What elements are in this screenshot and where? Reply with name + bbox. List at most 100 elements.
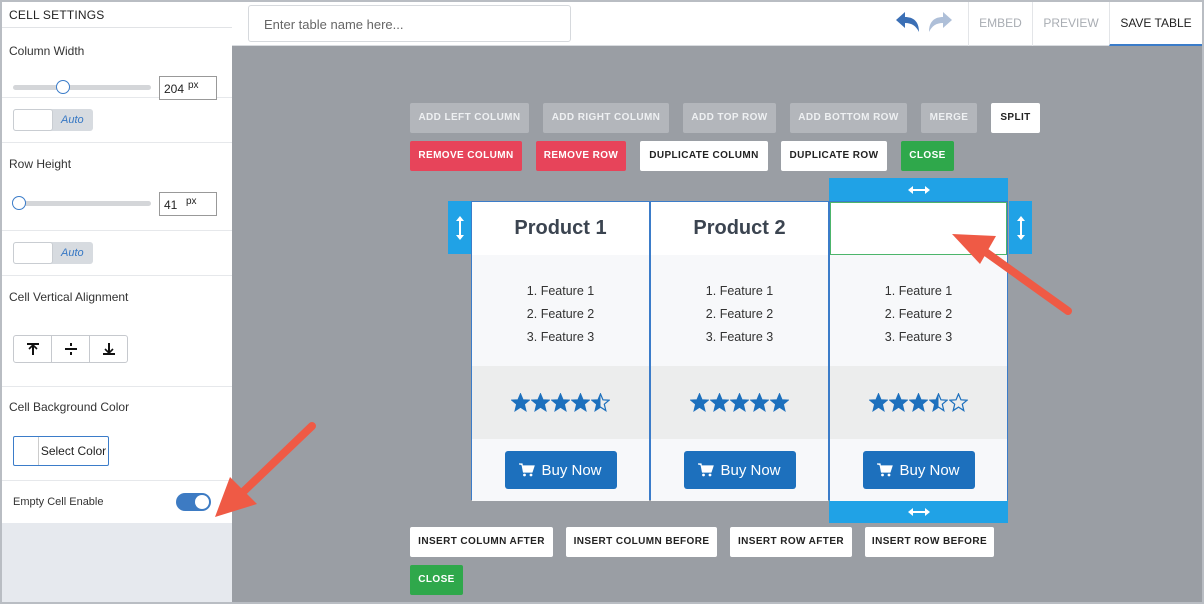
star-full-icon (690, 393, 709, 412)
toggle-knob (13, 242, 53, 264)
column-width-section: Column Width 204 px (2, 28, 232, 100)
column-width-auto-toggle[interactable]: Auto (13, 109, 93, 131)
row-height-section: Row Height 41 px (2, 143, 232, 231)
row-height-label: Row Height (9, 157, 72, 171)
align-bottom-icon (102, 343, 115, 355)
row-height-input[interactable]: 41 px (159, 192, 217, 216)
add-top-row-button[interactable]: ADD TOP ROW (683, 103, 776, 133)
empty-cell-section: Empty Cell Enable (2, 481, 232, 523)
insert-column-after-button[interactable]: INSERT COLUMN AFTER (410, 527, 553, 557)
vertical-alignment-group (13, 335, 128, 363)
column-width-value: 204 (164, 82, 185, 96)
toggle-knob (13, 109, 53, 131)
vertical-alignment-label: Cell Vertical Alignment (9, 290, 129, 304)
remove-column-button[interactable]: REMOVE COLUMN (410, 141, 522, 171)
auto-label: Auto (61, 114, 84, 126)
star-full-icon (750, 393, 769, 412)
empty-cell-switch[interactable] (176, 493, 211, 511)
insert-column-before-button[interactable]: INSERT COLUMN BEFORE (566, 527, 717, 557)
add-right-column-button[interactable]: ADD RIGHT COLUMN (543, 103, 669, 133)
background-color-label: Cell Background Color (9, 400, 130, 414)
add-bottom-row-button[interactable]: ADD BOTTOM ROW (790, 103, 907, 133)
header-cell-empty[interactable] (830, 202, 1007, 255)
rating-cell[interactable] (651, 366, 828, 439)
row-height-unit: px (186, 196, 197, 207)
row-height-auto-section: Auto (2, 231, 232, 276)
row-height-slider-thumb[interactable] (11, 196, 26, 210)
buy-now-button[interactable]: Buy Now (862, 451, 975, 489)
star-half-icon (591, 393, 610, 412)
column-drag-handle-bottom[interactable] (829, 500, 1008, 523)
rating-cell[interactable] (830, 366, 1007, 439)
header-cell[interactable]: Product 1 (472, 202, 649, 255)
column-width-auto-section: Auto (2, 98, 232, 143)
star-full-icon (770, 393, 789, 412)
sidebar-title: CELL SETTINGS (2, 2, 232, 28)
table-column-selected[interactable]: 1. Feature 1 2. Feature 2 3. Feature 3 B… (829, 201, 1008, 501)
button-cell[interactable]: Buy Now (472, 439, 649, 501)
cart-icon (519, 463, 536, 477)
feature-item: 3. Feature 3 (526, 330, 595, 344)
split-button[interactable]: SPLIT (991, 103, 1040, 133)
horizontal-resize-icon (907, 507, 930, 516)
redo-button[interactable] (927, 11, 953, 35)
horizontal-resize-icon (907, 185, 930, 194)
feature-item: 3. Feature 3 (705, 330, 774, 344)
table-column[interactable]: Product 1 1. Feature 1 2. Feature 2 3. F… (471, 201, 650, 501)
feature-item: 2. Feature 2 (705, 307, 774, 321)
star-empty-icon (949, 393, 968, 412)
align-middle-button[interactable] (52, 336, 90, 362)
features-cell[interactable]: 1. Feature 1 2. Feature 2 3. Feature 3 (830, 255, 1007, 366)
table-column[interactable]: Product 2 1. Feature 1 2. Feature 2 3. F… (650, 201, 829, 501)
row-height-slider[interactable] (13, 201, 151, 206)
star-full-icon (710, 393, 729, 412)
button-cell[interactable]: Buy Now (651, 439, 828, 501)
duplicate-column-button[interactable]: DUPLICATE COLUMN (640, 141, 768, 171)
row-drag-handle-right[interactable] (1009, 201, 1032, 254)
add-left-column-button[interactable]: ADD LEFT COLUMN (410, 103, 529, 133)
merge-button[interactable]: MERGE (921, 103, 977, 133)
feature-item: 3. Feature 3 (884, 330, 953, 344)
button-cell[interactable]: Buy Now (830, 439, 1007, 501)
column-drag-handle-top[interactable] (829, 178, 1008, 201)
column-width-slider-thumb[interactable] (55, 80, 70, 94)
duplicate-row-button[interactable]: DUPLICATE ROW (781, 141, 887, 171)
insert-row-before-button[interactable]: INSERT ROW BEFORE (865, 527, 994, 557)
header-cell[interactable]: Product 2 (651, 202, 828, 255)
tab-preview[interactable]: PREVIEW (1032, 2, 1109, 46)
buy-now-label: Buy Now (720, 461, 781, 479)
table-name-input[interactable]: Enter table name here... (248, 5, 571, 42)
row-height-value: 41 (164, 198, 178, 212)
remove-row-button[interactable]: REMOVE ROW (536, 141, 626, 171)
features-cell[interactable]: 1. Feature 1 2. Feature 2 3. Feature 3 (651, 255, 828, 366)
close-button[interactable]: CLOSE (901, 141, 954, 171)
align-top-button[interactable] (14, 336, 52, 362)
rating-cell[interactable] (472, 366, 649, 439)
star-full-icon (511, 393, 530, 412)
tab-save-table[interactable]: SAVE TABLE (1109, 2, 1202, 46)
bottom-close-button[interactable]: CLOSE (410, 565, 463, 595)
buy-now-button[interactable]: Buy Now (504, 451, 617, 489)
row-drag-handle-left[interactable] (448, 201, 471, 254)
feature-item: 2. Feature 2 (526, 307, 595, 321)
feature-item: 1. Feature 1 (526, 284, 595, 298)
align-top-icon (26, 343, 39, 355)
vertical-resize-icon (455, 215, 464, 240)
column-width-input[interactable]: 204 px (159, 76, 217, 100)
align-bottom-button[interactable] (90, 336, 127, 362)
star-full-icon (531, 393, 550, 412)
star-full-icon (869, 393, 888, 412)
vertical-resize-icon (1016, 215, 1025, 240)
row-height-auto-toggle[interactable]: Auto (13, 242, 93, 264)
features-cell[interactable]: 1. Feature 1 2. Feature 2 3. Feature 3 (472, 255, 649, 366)
insert-row-after-button[interactable]: INSERT ROW AFTER (730, 527, 852, 557)
tab-embed[interactable]: EMBED (968, 2, 1032, 46)
buy-now-button[interactable]: Buy Now (683, 451, 796, 489)
select-color-label: Select Color (40, 444, 107, 458)
feature-item: 1. Feature 1 (884, 284, 953, 298)
pricing-table: Product 1 1. Feature 1 2. Feature 2 3. F… (471, 201, 1009, 501)
select-color-button[interactable]: Select Color (13, 436, 109, 466)
column-width-slider[interactable] (13, 85, 151, 90)
undo-button[interactable] (895, 11, 921, 35)
column-width-label: Column Width (9, 44, 85, 58)
